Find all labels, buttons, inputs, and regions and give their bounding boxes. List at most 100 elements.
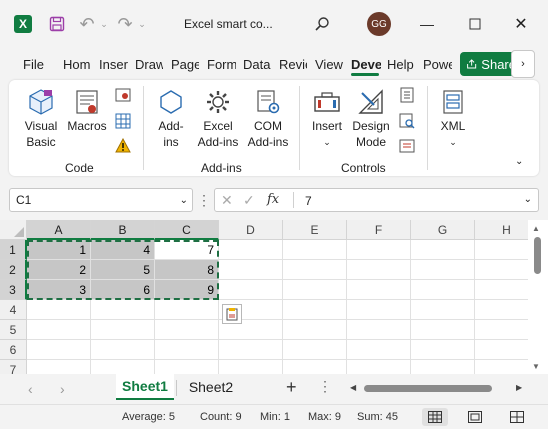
macros-button[interactable]: Macros bbox=[65, 86, 109, 134]
cell-b2[interactable]: 5 bbox=[91, 260, 155, 280]
confirm-entry-icon[interactable]: ✓ bbox=[243, 192, 255, 209]
grid-cell[interactable] bbox=[411, 340, 475, 360]
undo-icon[interactable]: ↶ bbox=[76, 10, 98, 38]
close-icon[interactable]: ✕ bbox=[506, 10, 536, 38]
search-icon[interactable] bbox=[311, 10, 333, 38]
avatar[interactable]: GG bbox=[367, 10, 391, 38]
grid-cell[interactable] bbox=[347, 360, 411, 374]
add-ins-button[interactable]: Add- ins bbox=[153, 86, 189, 150]
grid-cell[interactable] bbox=[155, 300, 219, 320]
grid-cell[interactable] bbox=[475, 300, 528, 320]
horizontal-scroll-thumb[interactable] bbox=[364, 385, 492, 392]
cell-a3[interactable]: 3 bbox=[27, 280, 91, 300]
xml-button[interactable]: XML ⌄ bbox=[435, 86, 471, 150]
cell-b3[interactable]: 6 bbox=[91, 280, 155, 300]
properties-icon[interactable] bbox=[398, 86, 416, 104]
tab-formulas[interactable]: Form bbox=[207, 50, 236, 78]
excel-add-ins-button[interactable]: Excel Add-ins bbox=[195, 86, 241, 150]
insert-control-button[interactable]: Insert ⌄ bbox=[307, 86, 347, 150]
grid-cell[interactable] bbox=[347, 260, 411, 280]
minimize-icon[interactable]: — bbox=[412, 10, 442, 38]
page-break-view-icon[interactable] bbox=[504, 408, 530, 426]
grid-cell[interactable] bbox=[283, 340, 347, 360]
visual-basic-button[interactable]: Visual Basic bbox=[21, 86, 61, 150]
grid-cell[interactable] bbox=[475, 240, 528, 260]
column-header-f[interactable]: F bbox=[347, 220, 411, 240]
grid-cell[interactable] bbox=[475, 320, 528, 340]
column-header-h[interactable]: H bbox=[475, 220, 528, 240]
scroll-up-icon[interactable]: ▲ bbox=[532, 224, 540, 233]
grid-cell[interactable] bbox=[155, 340, 219, 360]
relative-references-icon[interactable] bbox=[114, 112, 132, 130]
status-max[interactable]: Max: 9 bbox=[308, 411, 341, 423]
grid-cell[interactable] bbox=[155, 320, 219, 340]
grid-cell[interactable] bbox=[283, 300, 347, 320]
next-sheet-icon[interactable]: › bbox=[60, 381, 65, 397]
grid-cell[interactable] bbox=[219, 360, 283, 374]
worksheet-grid[interactable]: A B C D E F G H 1 2 3 4 5 6 7 1 4 7 2 5 … bbox=[0, 220, 528, 374]
add-sheet-icon[interactable]: + bbox=[286, 377, 297, 398]
row-header-1[interactable]: 1 bbox=[0, 240, 27, 260]
row-header-4[interactable]: 4 bbox=[0, 300, 27, 320]
grid-cell[interactable] bbox=[27, 360, 91, 374]
save-icon[interactable] bbox=[46, 10, 68, 38]
grid-cell[interactable] bbox=[347, 340, 411, 360]
cancel-entry-icon[interactable]: ✕ bbox=[221, 192, 233, 209]
cell-b1[interactable]: 4 bbox=[91, 240, 155, 260]
vertical-scroll-thumb[interactable] bbox=[534, 237, 541, 274]
name-box-dropdown-icon[interactable]: ⌄ bbox=[180, 195, 188, 206]
insert-function-icon[interactable]: fx bbox=[267, 192, 279, 207]
scroll-right-icon[interactable]: ▶ bbox=[516, 383, 522, 392]
redo-dropdown-icon[interactable]: ⌄ bbox=[136, 10, 148, 38]
grid-cell[interactable] bbox=[411, 300, 475, 320]
grid-cell[interactable] bbox=[475, 260, 528, 280]
grid-cell[interactable] bbox=[219, 260, 283, 280]
grid-cell[interactable] bbox=[347, 240, 411, 260]
tab-page-layout[interactable]: Page bbox=[171, 50, 199, 78]
status-min[interactable]: Min: 1 bbox=[260, 411, 290, 423]
grid-cell[interactable] bbox=[475, 280, 528, 300]
cell-a1[interactable]: 1 bbox=[27, 240, 91, 260]
cell-c2[interactable]: 8 bbox=[155, 260, 219, 280]
tab-developer[interactable]: Deve bbox=[351, 50, 381, 78]
grid-cell[interactable] bbox=[347, 300, 411, 320]
grid-cell[interactable] bbox=[27, 320, 91, 340]
name-box[interactable]: C1 ⌄ bbox=[9, 188, 193, 212]
grid-cell[interactable] bbox=[411, 240, 475, 260]
grid-cell[interactable] bbox=[347, 320, 411, 340]
grid-cell[interactable] bbox=[91, 340, 155, 360]
grid-cell[interactable] bbox=[27, 340, 91, 360]
sheet-tab-sheet1[interactable]: Sheet1 bbox=[116, 374, 174, 400]
vertical-scrollbar[interactable]: ▲ ▼ bbox=[528, 220, 548, 374]
tab-home[interactable]: Hom bbox=[63, 50, 92, 78]
tab-view[interactable]: View bbox=[315, 50, 344, 78]
row-header-5[interactable]: 5 bbox=[0, 320, 27, 340]
grid-cell[interactable] bbox=[91, 300, 155, 320]
com-add-ins-button[interactable]: COM Add-ins bbox=[245, 86, 291, 150]
sheet-tab-sheet2[interactable]: Sheet2 bbox=[182, 374, 240, 400]
formula-bar-handle-icon[interactable]: ⋮ bbox=[197, 188, 211, 212]
grid-cell[interactable] bbox=[411, 360, 475, 374]
column-header-g[interactable]: G bbox=[411, 220, 475, 240]
previous-sheet-icon[interactable]: ‹ bbox=[28, 381, 33, 397]
grid-cell[interactable] bbox=[283, 360, 347, 374]
row-header-2[interactable]: 2 bbox=[0, 260, 27, 280]
tab-help[interactable]: Help bbox=[387, 50, 416, 78]
tab-power[interactable]: Powe bbox=[423, 50, 452, 78]
cell-c3[interactable]: 9 bbox=[155, 280, 219, 300]
status-count[interactable]: Count: 9 bbox=[200, 411, 242, 423]
column-header-b[interactable]: B bbox=[91, 220, 155, 240]
undo-dropdown-icon[interactable]: ⌄ bbox=[98, 10, 110, 38]
grid-cell[interactable] bbox=[347, 280, 411, 300]
record-macro-icon[interactable] bbox=[114, 86, 132, 104]
tab-data[interactable]: Data bbox=[243, 50, 272, 78]
macro-security-icon[interactable] bbox=[114, 137, 132, 155]
grid-cell[interactable] bbox=[411, 280, 475, 300]
page-layout-view-icon[interactable] bbox=[462, 408, 488, 426]
grid-cell[interactable] bbox=[219, 240, 283, 260]
share-button[interactable]: Share bbox=[460, 52, 516, 76]
column-header-e[interactable]: E bbox=[283, 220, 347, 240]
select-all-corner[interactable] bbox=[0, 220, 27, 240]
document-title[interactable]: Excel smart co... bbox=[184, 10, 294, 38]
grid-cell[interactable] bbox=[283, 280, 347, 300]
